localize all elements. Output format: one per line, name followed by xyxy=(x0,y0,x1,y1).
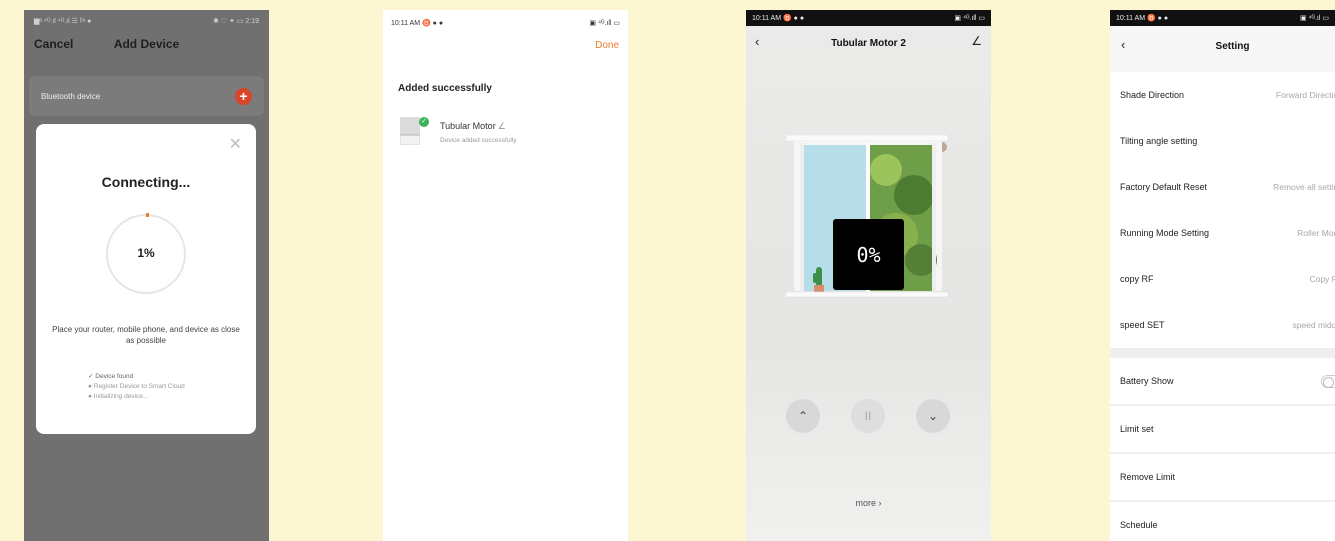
setting-label: Limit set xyxy=(1120,424,1154,434)
device-name-label: Tubular Motor xyxy=(440,121,496,131)
setting-label: Remove Limit xyxy=(1120,472,1176,482)
bluetooth-device-row[interactable]: Bluetooth device + xyxy=(29,76,264,116)
status-right: ✺ ♡ ✦ ▭ 2:19 xyxy=(212,18,259,25)
setting-row-schedule[interactable]: Schedule xyxy=(1110,502,1335,541)
setting-row-running-mode[interactable]: Running Mode Setting Roller Mode xyxy=(1110,210,1335,256)
status-time: 10:11 AM ♉ ● ● xyxy=(752,15,805,22)
pause-icon: II xyxy=(864,409,872,423)
chevron-up-icon: ⌃ xyxy=(797,409,809,423)
battery-show-toggle[interactable] xyxy=(1321,374,1335,388)
status-bar: 10:11 AM ♉ ● ● ▣ ⁴ᴳ.ıll ▭ xyxy=(746,10,991,26)
device-status: Device added successfully xyxy=(440,137,517,144)
step-list: ✓ Device found ● Register Device to Smar… xyxy=(88,372,185,402)
step-item: ● Initializing device... xyxy=(88,392,185,402)
header: Cancel Add Device xyxy=(24,32,269,62)
setting-label: Shade Direction xyxy=(1120,90,1185,100)
status-bar: 10:11 AM ♉ ● ● ▣ ⁴ᴳ.ıl ▭ xyxy=(1110,10,1335,26)
setting-value: speed middle xyxy=(1292,320,1335,330)
status-left: ▆ᵃ ⁴ᴳ.ıl ⁴ᴳ.ıl ☰ ᵝᵃ ● xyxy=(34,18,92,25)
progress-indicator xyxy=(146,213,149,217)
status-bar: ▆ᵃ ⁴ᴳ.ıl ⁴ᴳ.ıl ☰ ᵝᵃ ● ✺ ♡ ✦ ▭ 2:19 xyxy=(24,10,269,32)
setting-label: Factory Default Reset xyxy=(1120,182,1208,192)
setting-value: Forward Direction xyxy=(1275,90,1335,100)
setting-label: Tilting angle setting xyxy=(1120,136,1198,146)
device-name[interactable]: Tubular Motor ∠ xyxy=(440,121,506,132)
step-label: Device found xyxy=(95,373,134,380)
setting-screen: 10:11 AM ♉ ● ● ▣ ⁴ᴳ.ıl ▭ ‹ Setting Shade… xyxy=(1110,10,1335,541)
setting-row-copy-rf[interactable]: copy RF Copy RF xyxy=(1110,256,1335,302)
success-check-icon: ✓ xyxy=(419,117,429,127)
add-icon[interactable]: + xyxy=(235,87,252,105)
connecting-dialog: ✕ Connecting... 1% Place your router, mo… xyxy=(36,124,256,434)
more-link[interactable]: more › xyxy=(746,498,991,508)
setting-row-limit-set[interactable]: Limit set xyxy=(1110,406,1335,452)
status-right: ▣ ⁴ᴳ.ıll ▭ xyxy=(954,15,985,22)
status-time: 10:11 AM ♉ ● ● xyxy=(1116,15,1169,22)
pause-button[interactable]: II xyxy=(851,399,885,433)
added-success-screen: 10:11 AM ♉ ● ● ▣ ⁴ᴳ.ıll ▭ Done Added suc… xyxy=(383,10,628,541)
setting-value: Remove all setting xyxy=(1273,182,1335,192)
bullet-icon: ● xyxy=(88,393,92,400)
position-readout: 0% xyxy=(833,219,904,290)
setting-row-remove-limit[interactable]: Remove Limit xyxy=(1110,454,1335,500)
setting-label: Running Mode Setting xyxy=(1120,228,1210,238)
add-device-screen: ▆ᵃ ⁴ᴳ.ıl ⁴ᴳ.ıl ☰ ᵝᵃ ● ✺ ♡ ✦ ▭ 2:19 Cance… xyxy=(24,10,269,541)
setting-label: Battery Show xyxy=(1120,376,1174,386)
status-time: 10:11 AM ♉ ● ● xyxy=(391,20,444,27)
setting-row-factory-reset[interactable]: Factory Default Reset Remove all setting xyxy=(1110,164,1335,210)
bluetooth-device-label: Bluetooth device xyxy=(41,91,101,101)
header: ‹ Setting xyxy=(1110,26,1335,72)
connecting-heading: Connecting... xyxy=(101,174,191,190)
step-item: ✓ Device found xyxy=(88,372,185,382)
progress-percent: 1% xyxy=(137,246,155,260)
page-title: Setting xyxy=(1215,41,1250,52)
setting-row-shade-direction[interactable]: Shade Direction Forward Direction xyxy=(1110,72,1335,118)
setting-row-speed-set[interactable]: speed SET speed middle xyxy=(1110,302,1335,348)
placement-hint: Place your router, mobile phone, and dev… xyxy=(52,325,240,345)
edit-icon[interactable]: ∠ xyxy=(971,34,982,48)
setting-row-tilting-angle[interactable]: Tilting angle setting 4 xyxy=(1110,118,1335,164)
motor-control-screen: 10:11 AM ♉ ● ● ▣ ⁴ᴳ.ıll ▭ ‹ Tubular Moto… xyxy=(746,10,991,541)
check-icon: ✓ xyxy=(88,373,94,380)
page-title: Add Device xyxy=(113,37,180,51)
setting-label: copy RF xyxy=(1120,274,1154,284)
chevron-down-icon: ⌄ xyxy=(927,409,939,423)
close-icon[interactable]: ✕ xyxy=(229,134,242,154)
success-title: Added successfully xyxy=(398,83,492,94)
setting-label: speed SET xyxy=(1120,320,1165,330)
progress-ring: 1% xyxy=(106,213,186,294)
open-button[interactable]: ⌃ xyxy=(786,399,820,433)
done-button[interactable]: Done xyxy=(595,40,619,51)
step-label: Initializing device... xyxy=(93,393,149,400)
status-bar: 10:11 AM ♉ ● ● ▣ ⁴ᴳ.ıll ▭ xyxy=(383,10,628,36)
setting-label: Schedule xyxy=(1120,520,1158,530)
step-item: ● Register Device to Smart Cloud xyxy=(88,382,185,392)
status-right: ▣ ⁴ᴳ.ıll ▭ xyxy=(589,20,620,27)
device-title: Tubular Motor 2 xyxy=(831,38,906,49)
bullet-icon: ● xyxy=(88,383,92,390)
close-button[interactable]: ⌄ xyxy=(916,399,950,433)
setting-value: Copy RF xyxy=(1309,274,1335,284)
setting-row-battery-show: Battery Show xyxy=(1110,358,1335,404)
edit-name-icon[interactable]: ∠ xyxy=(498,121,506,131)
step-label: Register Device to Smart Cloud xyxy=(93,383,185,390)
blind-device-icon xyxy=(400,117,420,145)
status-right: ▣ ⁴ᴳ.ıl ▭ xyxy=(1299,15,1329,22)
setting-value: Roller Mode xyxy=(1297,228,1335,238)
